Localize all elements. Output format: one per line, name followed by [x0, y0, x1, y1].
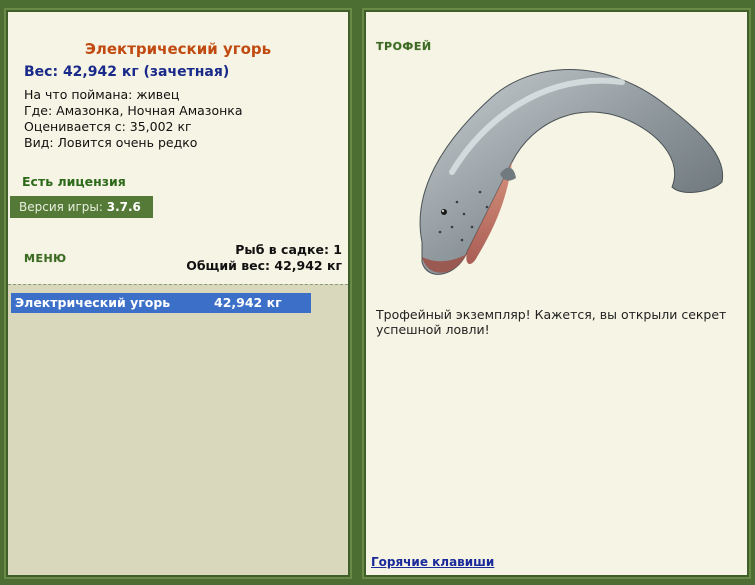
game-version-label: Версия игры: — [19, 200, 103, 214]
location-info: Где: Амазонка, Ночная Амазонка — [24, 103, 243, 118]
bait-info: На что поймана: живец — [24, 87, 180, 102]
license-status: Есть лицензия — [22, 174, 126, 189]
rarity-info: Вид: Ловится очень редко — [24, 135, 198, 150]
hotkeys-link[interactable]: Горячие клавиши — [371, 555, 494, 569]
fish-details-list: На что поймана: живец Где: Амазонка, Ноч… — [24, 87, 242, 151]
trophy-panel: ТРОФЕЙ Трофейный экземпляр! Кажется, вы … — [362, 8, 751, 579]
fish-weight: Вес: 42,942 кг (зачетная) — [24, 64, 230, 80]
catch-weight: 42,942 кг — [214, 295, 282, 310]
fish-info-panel: Электрический угорь Вес: 42,942 кг (заче… — [4, 8, 352, 579]
trophy-label: ТРОФЕЙ — [376, 40, 432, 53]
threshold-info: Оценивается с: 35,002 кг — [24, 119, 192, 134]
catch-name: Электрический угорь — [15, 295, 171, 310]
game-version-bar: Версия игры: 3.7.6 — [10, 196, 153, 218]
keepnet-list: Электрический угорь 42,942 кг — [8, 284, 348, 575]
catch-list-item[interactable]: Электрический угорь 42,942 кг — [11, 293, 311, 313]
fish-name-title: Электрический угорь — [84, 40, 272, 58]
total-weight: Общий вес: 42,942 кг — [186, 258, 342, 273]
menu-button[interactable]: МЕНЮ — [24, 252, 67, 265]
fish-count: Рыб в садке: 1 — [235, 242, 342, 257]
trophy-message: Трофейный экземпляр! Кажется, вы открыли… — [376, 307, 727, 337]
keepnet-totals: Рыб в садке: 1 Общий вес: 42,942 кг — [186, 242, 342, 274]
electric-eel-image — [419, 69, 724, 275]
game-version-value: 3.7.6 — [106, 200, 141, 214]
